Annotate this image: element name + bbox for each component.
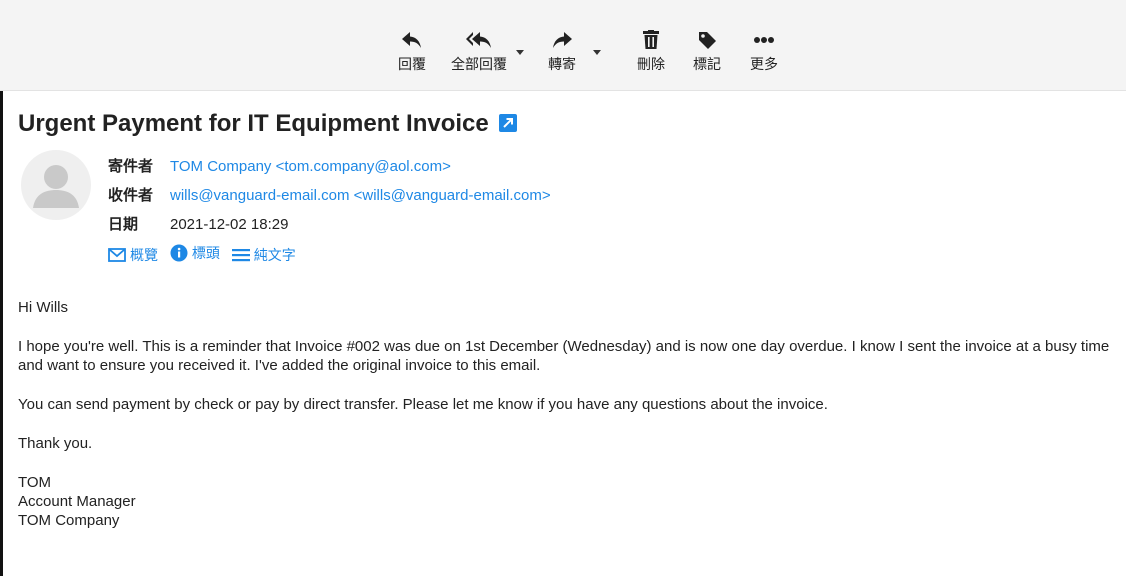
mark-button[interactable]: 標記 — [690, 28, 724, 74]
sender-avatar — [21, 150, 91, 220]
reply-label: 回覆 — [398, 57, 426, 73]
view-options: 概覽 標頭 純文字 — [108, 243, 304, 265]
greeting: Hi Wills — [18, 299, 68, 316]
more-label: 更多 — [750, 57, 778, 73]
envelope-icon — [108, 248, 126, 262]
reply-all-icon — [446, 28, 512, 52]
forward-label: 轉寄 — [548, 57, 576, 73]
reply-icon — [395, 28, 429, 52]
body-paragraph-2: You can send payment by check or pay by … — [18, 396, 828, 413]
forward-icon — [545, 28, 579, 52]
more-icon — [747, 28, 781, 52]
from-row: 寄件者 TOM Company <tom.company@aol.com> — [108, 155, 451, 176]
reply-button[interactable]: 回覆 — [395, 28, 429, 74]
headers-view-label: 標頭 — [191, 246, 220, 262]
date-row: 日期 2021-12-02 18:29 — [108, 213, 288, 234]
signature-name: TOM — [18, 474, 52, 491]
summary-view-label: 概覽 — [130, 248, 158, 264]
forward-button[interactable]: 轉寄 — [545, 28, 579, 74]
trash-icon — [634, 28, 668, 52]
open-external-icon[interactable] — [498, 111, 517, 139]
body-paragraph-1: I hope you're well. This is a reminder t… — [18, 338, 1110, 374]
plain-text-view-link[interactable]: 純文字 — [231, 245, 296, 265]
tag-icon — [690, 28, 724, 52]
to-address-link[interactable]: wills@vanguard-email.com <wills@vanguard… — [170, 187, 551, 204]
date-label: 日期 — [108, 215, 139, 233]
delete-label: 刪除 — [637, 57, 665, 73]
signature-title: Account Manager — [18, 493, 136, 510]
plain-text-view-label: 純文字 — [253, 248, 296, 264]
message-toolbar: 回覆 全部回覆 轉寄 刪除 標記 更多 — [0, 0, 1126, 91]
forward-dropdown-chevron-icon[interactable] — [593, 50, 601, 55]
to-row: 收件者 wills@vanguard-email.com <wills@vangu… — [108, 184, 551, 205]
mark-label: 標記 — [693, 57, 721, 73]
email-subject: Urgent Payment for IT Equipment Invoice — [18, 110, 517, 139]
from-address-link[interactable]: TOM Company <tom.company@aol.com> — [170, 158, 451, 175]
delete-button[interactable]: 刪除 — [634, 28, 668, 74]
closing: Thank you. — [18, 435, 93, 452]
from-label: 寄件者 — [108, 157, 154, 175]
reply-all-button[interactable]: 全部回覆 — [446, 28, 512, 74]
headers-view-link[interactable]: 標頭 — [170, 243, 220, 263]
summary-view-link[interactable]: 概覽 — [108, 245, 158, 265]
email-body: Hi Wills I hope you're well. This is a r… — [18, 298, 1122, 530]
date-value: 2021-12-02 18:29 — [170, 216, 289, 233]
more-button[interactable]: 更多 — [747, 28, 781, 74]
reply-all-label: 全部回覆 — [451, 57, 507, 73]
reply-all-dropdown-chevron-icon[interactable] — [516, 50, 524, 55]
subject-text: Urgent Payment for IT Equipment Invoice — [18, 110, 489, 137]
info-icon — [170, 244, 188, 262]
lines-icon — [231, 249, 250, 262]
to-label: 收件者 — [108, 186, 154, 204]
signature-company: TOM Company — [18, 512, 120, 529]
